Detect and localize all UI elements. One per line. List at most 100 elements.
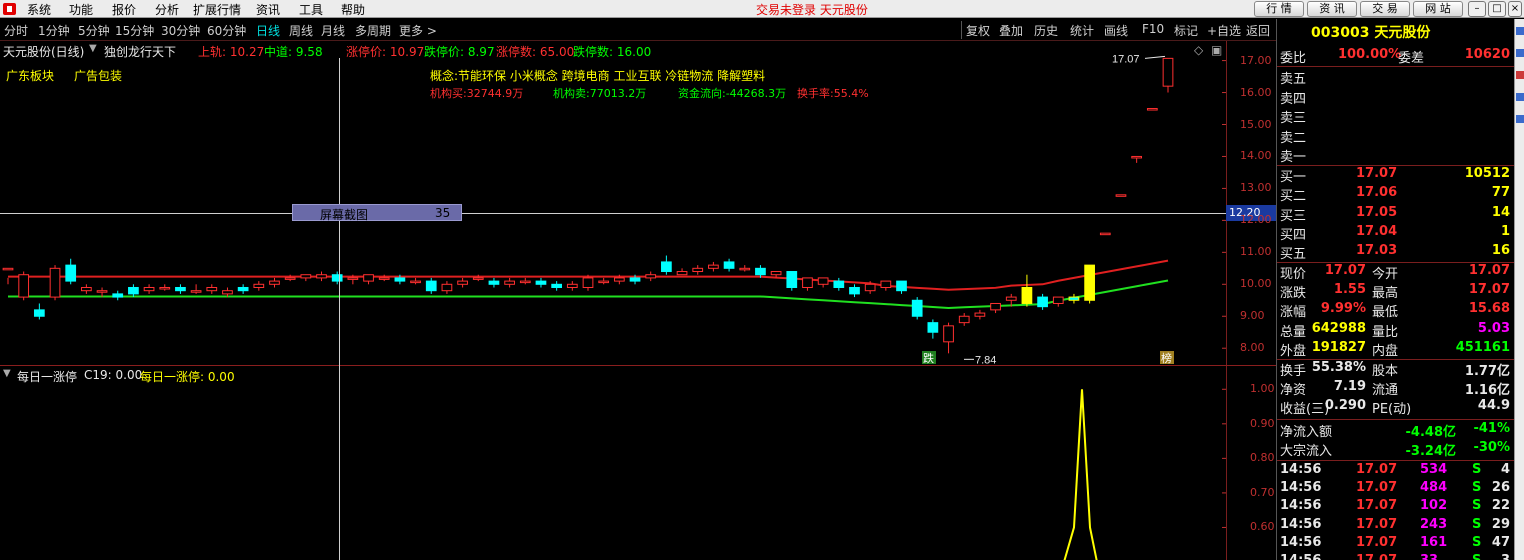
tick-row: 14:56 17.07 243 S 29: [1280, 517, 1512, 536]
indicator-scale-label: 0.60: [1250, 520, 1275, 534]
tick-price: 17.07: [1356, 516, 1398, 532]
period-30min[interactable]: 30分钟: [161, 22, 200, 39]
period-more[interactable]: 更多 >: [399, 22, 437, 39]
tick-side: S: [1472, 462, 1482, 477]
menu-bar: 系统 功能 报价 分析 扩展行情 资讯 工具 帮助 交易未登录 天元股份 行 情…: [0, 0, 1524, 18]
tick-row: 14:56 17.07 534 S 4: [1280, 462, 1512, 481]
tick-count: 3: [1501, 553, 1510, 560]
ask-level-label: 卖四: [1280, 91, 1307, 107]
menu-analysis[interactable]: 分析: [155, 1, 179, 18]
side-tool-icon[interactable]: [1516, 93, 1524, 101]
menu-info[interactable]: 资讯: [256, 1, 280, 18]
stat-label: 总量: [1280, 324, 1307, 340]
fin-row: 净资 7.19 流通 1.16亿: [1280, 379, 1512, 398]
ask-row: 卖四: [1280, 88, 1512, 107]
login-trade-button[interactable]: 交 易: [1360, 1, 1410, 17]
candle-body: [1068, 296, 1080, 301]
period-multi[interactable]: 多周期: [355, 22, 391, 39]
tick-volume: 534: [1420, 462, 1448, 477]
side-tool-icon[interactable]: [1516, 71, 1524, 79]
menu-function[interactable]: 功能: [69, 1, 93, 18]
stat-value: 642988: [1311, 320, 1366, 336]
login-news-button[interactable]: 资 讯: [1307, 1, 1357, 17]
menu-tools[interactable]: 工具: [299, 1, 323, 18]
login-web-button[interactable]: 网 站: [1413, 1, 1463, 17]
menu-extended[interactable]: 扩展行情: [193, 1, 241, 18]
candle-body: [974, 312, 986, 317]
price-scale-label: 11.00: [1240, 245, 1272, 259]
close-icon[interactable]: ×: [1508, 1, 1522, 17]
bid-level-label: 买二: [1280, 189, 1307, 205]
maximize-icon[interactable]: □: [1488, 1, 1506, 17]
tool-adjust[interactable]: 复权: [966, 22, 990, 39]
tick-volume: 243: [1420, 516, 1448, 532]
menu-help[interactable]: 帮助: [341, 1, 365, 18]
side-tool-icon[interactable]: [1516, 115, 1524, 123]
period-weekly[interactable]: 周线: [289, 22, 313, 39]
order-ratio-row: 委比 100.00% 委差 10620: [1280, 47, 1512, 66]
candle-body: [441, 283, 453, 292]
ask-level-label: 卖二: [1280, 130, 1307, 146]
candle-body: [363, 274, 374, 282]
tool-draw[interactable]: 画线: [1104, 22, 1128, 39]
tool-history[interactable]: 历史: [1034, 22, 1058, 39]
tick-side: S: [1472, 480, 1482, 496]
tool-stats[interactable]: 统计: [1070, 22, 1094, 39]
bid-row: 买四 17.04 1: [1280, 224, 1512, 243]
period-15min[interactable]: 15分钟: [115, 22, 154, 39]
candle-body: [896, 280, 907, 292]
bid-row: 买二 17.06 77: [1280, 185, 1512, 204]
indicator-scale-label: 0.90: [1250, 416, 1275, 430]
indicator-chart[interactable]: [0, 366, 1226, 560]
period-daily[interactable]: 日线: [256, 22, 280, 39]
candle-body: [849, 286, 860, 295]
tick-row: 14:56 17.07 484 S 26: [1280, 480, 1512, 499]
tool-overlay[interactable]: 叠加: [999, 22, 1023, 39]
candle-body: [1146, 108, 1158, 111]
period-monthly[interactable]: 月线: [321, 22, 345, 39]
candle-body: [269, 280, 280, 285]
indicator-title[interactable]: 每日一涨停: [17, 368, 77, 385]
indicator-scale-label: 0.70: [1250, 485, 1275, 499]
side-tool-icon[interactable]: [1516, 49, 1524, 57]
bid-level-label: 买一: [1280, 170, 1307, 185]
stat-value: 17.07: [1324, 263, 1366, 278]
candle-body: [551, 283, 563, 288]
period-intraday[interactable]: 分时: [4, 22, 28, 39]
period-5min[interactable]: 5分钟: [78, 22, 110, 39]
menu-quote[interactable]: 报价: [112, 1, 136, 18]
stat-row: 现价 17.07 今开 17.07: [1280, 263, 1512, 282]
fin-label: 股本: [1372, 364, 1399, 379]
candle-body: [958, 315, 970, 324]
stat-row: 涨幅 9.99% 最低 15.68: [1280, 301, 1512, 320]
price-scale-label: 15.00: [1240, 117, 1272, 131]
candle-body: [1037, 296, 1048, 308]
tick-time: 14:56: [1280, 498, 1322, 514]
tool-back[interactable]: 返回: [1246, 22, 1270, 39]
period-60min[interactable]: 60分钟: [207, 22, 246, 39]
panel-separator: [1277, 460, 1514, 461]
side-tool-icon[interactable]: [1516, 27, 1524, 35]
stat-label: 涨幅: [1280, 305, 1307, 321]
period-toolbar: 分时 1分钟 5分钟 15分钟 30分钟 60分钟 日线 周线 月线 多周期 更…: [0, 19, 1278, 41]
candlestick-chart[interactable]: 17.07 7.84 跌 榜: [0, 41, 1226, 365]
quote-header: 003003 天元股份: [1277, 19, 1514, 41]
minimize-icon[interactable]: –: [1468, 1, 1486, 17]
tool-add-favorite[interactable]: +自选: [1207, 22, 1241, 39]
menu-system[interactable]: 系统: [27, 1, 51, 18]
login-quote-button[interactable]: 行 情: [1254, 1, 1304, 17]
period-1min[interactable]: 1分钟: [38, 22, 70, 39]
fin-label: 净资: [1280, 383, 1307, 398]
stat-label: 最低: [1372, 305, 1399, 321]
tool-f10[interactable]: F10: [1142, 22, 1164, 36]
candle-body: [708, 264, 719, 269]
ask-level-label: 卖三: [1280, 111, 1307, 126]
fin-value: 1.16亿: [1464, 383, 1510, 398]
candle-body: [65, 264, 77, 282]
tool-mark[interactable]: 标记: [1174, 22, 1198, 39]
indicator-dropdown-icon[interactable]: ▼: [3, 368, 11, 379]
tick-count: 22: [1491, 498, 1510, 514]
tick-side: S: [1472, 516, 1482, 532]
tick-count: 29: [1491, 516, 1510, 532]
bid-volume: 16: [1491, 243, 1510, 259]
